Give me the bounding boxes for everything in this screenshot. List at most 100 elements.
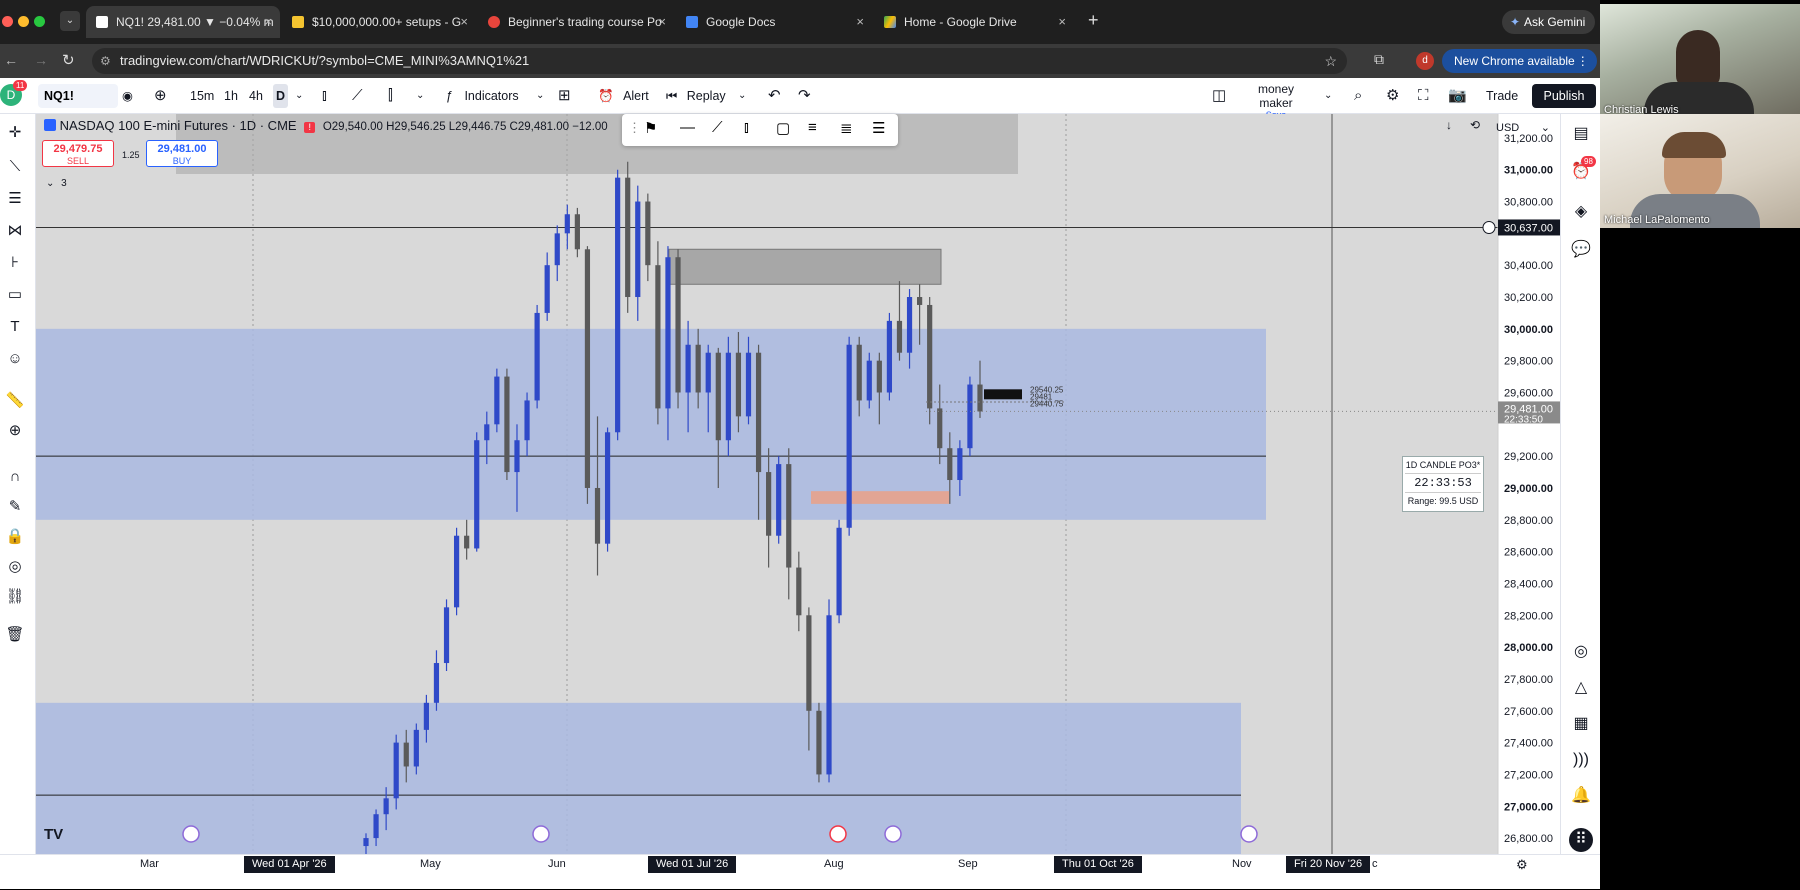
horizontal-line-icon[interactable]: — <box>680 119 695 136</box>
candle-body[interactable] <box>816 710 822 775</box>
zoom-in-icon[interactable]: ⊕ <box>4 420 26 442</box>
candlestick-chart[interactable]: 29540.252948129440.7531,200.0031,000.003… <box>36 114 1560 854</box>
address-input[interactable]: ⚙ tradingview.com/chart/WDRICKUt/?symbol… <box>92 48 1347 74</box>
lock-icon[interactable]: 🔒 <box>4 526 26 548</box>
fib-icon[interactable]: ☰ <box>4 188 26 210</box>
trade-button[interactable]: Trade <box>1486 78 1518 114</box>
candle-body[interactable] <box>665 257 671 409</box>
candle-body[interactable] <box>796 567 802 616</box>
close-icon[interactable]: × <box>658 6 666 38</box>
candle-body[interactable] <box>705 352 711 393</box>
candle-body[interactable] <box>766 472 772 536</box>
liquidity-zone[interactable] <box>36 702 1241 854</box>
candle-body[interactable] <box>917 297 923 305</box>
interval-1h[interactable]: 1h <box>224 78 238 114</box>
candle-body[interactable] <box>363 838 369 847</box>
candle-body[interactable] <box>635 201 641 298</box>
candle-body[interactable] <box>584 249 591 488</box>
candle-body[interactable] <box>715 352 721 441</box>
zoom-window-dot[interactable] <box>34 16 45 27</box>
new-tab-button[interactable]: + <box>1088 10 1099 31</box>
watchlist-eye-icon[interactable]: ◉ <box>122 78 133 114</box>
stay-drawing-icon[interactable]: ✎ <box>4 496 26 518</box>
flag-tool-icon[interactable]: ⚑ <box>644 119 657 137</box>
close-window-dot[interactable] <box>2 16 13 27</box>
liquidity-zone[interactable] <box>36 328 1266 520</box>
candle-body[interactable] <box>896 320 903 353</box>
replay-dropdown-icon[interactable]: ⌄ <box>738 78 746 114</box>
interval-4h[interactable]: 4h <box>249 78 263 114</box>
candle-body[interactable] <box>574 214 580 250</box>
text-tool-icon[interactable]: T <box>4 316 26 338</box>
tab-search-button[interactable]: ⌄ <box>60 11 80 31</box>
tradingview-logo[interactable]: TV <box>44 826 72 844</box>
candle-body[interactable] <box>856 344 862 401</box>
candle-body[interactable] <box>735 352 742 417</box>
event-marker-icon[interactable] <box>532 825 550 843</box>
candle-body[interactable] <box>685 344 691 393</box>
back-icon[interactable]: ← <box>4 52 18 68</box>
short-position-icon[interactable]: ≣ <box>840 119 853 137</box>
candle-body[interactable] <box>655 265 661 409</box>
add-alert-plus-icon[interactable] <box>1482 220 1496 234</box>
close-icon[interactable]: × <box>460 6 468 38</box>
interval-15m[interactable]: 15m <box>190 78 214 114</box>
profile-avatar[interactable]: d <box>1416 52 1434 70</box>
interval-d[interactable]: D <box>273 84 289 108</box>
candle-body[interactable] <box>927 304 933 409</box>
candle-body[interactable] <box>836 527 842 616</box>
layers-icon[interactable]: ◈ <box>1569 200 1593 224</box>
target-icon[interactable]: ◎ <box>1569 640 1593 664</box>
sell-button[interactable]: 29,479.75 SELL <box>42 140 114 167</box>
close-icon[interactable]: × <box>264 6 272 38</box>
candle-tool-icon[interactable]: ⫾ <box>744 119 749 136</box>
candle-body[interactable] <box>947 448 953 481</box>
interval-dropdown-icon[interactable]: ⌄ <box>295 78 303 114</box>
candle-body[interactable] <box>564 214 570 234</box>
notifications-bell-icon[interactable]: 🔔 <box>1569 784 1593 808</box>
participant-tile[interactable]: Christian Lewis <box>1600 4 1800 118</box>
add-symbol-icon[interactable]: ⊕ <box>154 78 167 114</box>
event-marker-icon[interactable] <box>182 825 200 843</box>
reload-icon[interactable]: ↻ <box>62 51 75 69</box>
candle-body[interactable] <box>886 320 893 393</box>
candle-body[interactable] <box>594 487 601 544</box>
ask-gemini-button[interactable]: ✦ Ask Gemini <box>1502 10 1596 34</box>
candle-body[interactable] <box>403 742 409 767</box>
candle-body[interactable] <box>826 615 832 775</box>
candle-body[interactable] <box>675 257 681 393</box>
calendar-icon[interactable]: ▦ <box>1569 712 1593 736</box>
candle-body[interactable] <box>615 177 621 433</box>
chart-pane[interactable]: 29540.25 29481 29440.75 31,200.00 31,000.00 3… <box>36 114 1560 854</box>
line-chart-icon[interactable]: ⟋ <box>352 78 363 114</box>
alert-button[interactable]: ⏰ Alert <box>598 78 649 114</box>
candle-body[interactable] <box>514 440 520 473</box>
forecast-icon[interactable]: ⊦ <box>4 252 26 274</box>
candle-body[interactable] <box>484 424 490 441</box>
candle-body[interactable] <box>544 265 550 313</box>
candle-body[interactable] <box>413 729 419 767</box>
settings-gear-icon[interactable]: ⚙ <box>1386 78 1399 114</box>
undo-icon[interactable]: ↶ <box>768 78 781 114</box>
quick-search-icon[interactable]: ⌕ <box>1354 78 1362 114</box>
candle-body[interactable] <box>524 400 530 441</box>
bookmark-star-icon[interactable]: ☆ <box>1324 48 1337 74</box>
event-marker-icon[interactable] <box>1240 825 1258 843</box>
chat-icon[interactable]: 💬 <box>1569 238 1593 262</box>
tab-tradingview[interactable]: NQ1! 29,481.00 ▼ −0.04% m × <box>86 6 280 38</box>
snapshot-camera-icon[interactable]: 📷 <box>1448 78 1467 114</box>
watchlist-icon[interactable]: ▤ <box>1569 122 1593 146</box>
redo-icon[interactable]: ↷ <box>798 78 811 114</box>
position-marker[interactable] <box>984 389 1022 400</box>
trend-line-icon[interactable]: ⟍ <box>4 156 26 178</box>
apps-grid-icon[interactable]: ⠿ <box>1569 828 1593 852</box>
candle-body[interactable] <box>625 177 631 298</box>
candles-chart-type-icon[interactable]: ⫾ <box>322 78 327 114</box>
replay-button[interactable]: ⏮ Replay <box>666 78 726 114</box>
chart-type-dropdown-icon[interactable]: ⌄ <box>416 78 424 114</box>
candle-body[interactable] <box>443 607 450 664</box>
signal-icon[interactable]: ))) <box>1569 748 1593 772</box>
candle-body[interactable] <box>494 376 500 425</box>
link-icon[interactable]: ⛓ <box>4 586 26 608</box>
site-info-icon[interactable]: ⚙ <box>100 48 111 74</box>
